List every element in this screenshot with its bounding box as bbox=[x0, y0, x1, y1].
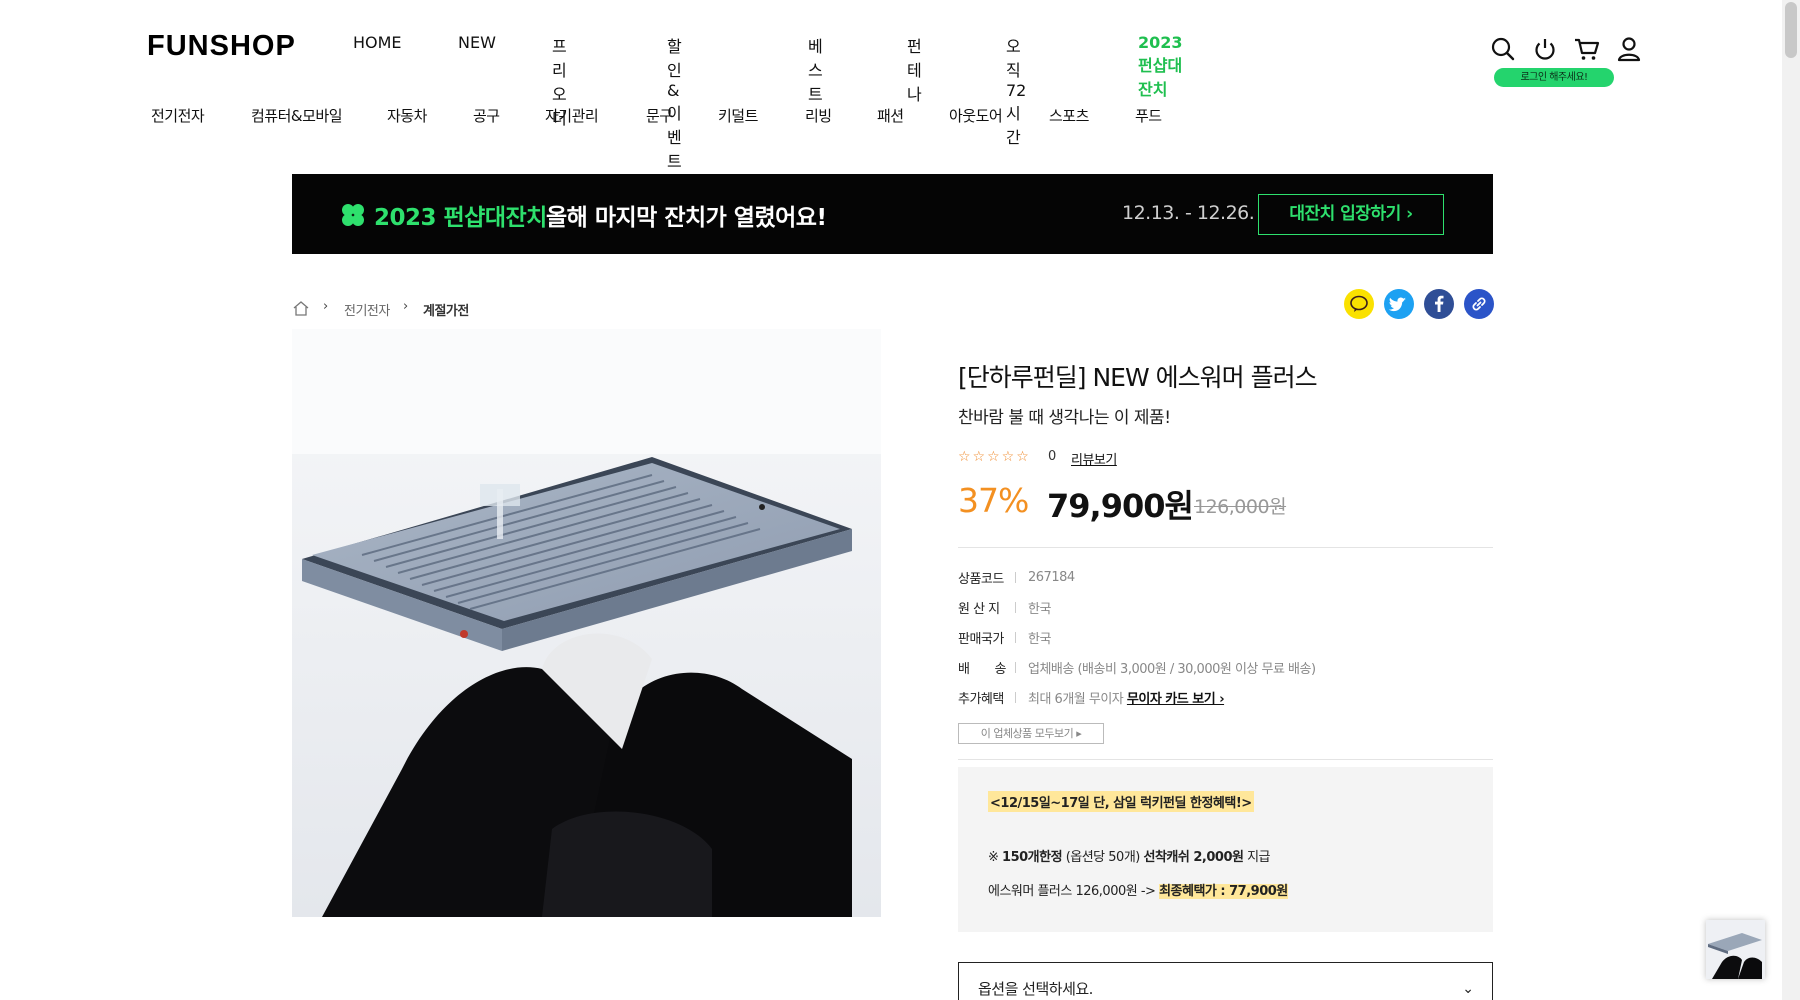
category-fashion[interactable]: 패션 bbox=[877, 105, 904, 126]
promo-limit: 150개한정 bbox=[1002, 850, 1063, 865]
scrollbar-thumb[interactable] bbox=[1785, 2, 1797, 58]
option-select-value: 옵션을 선택하세요. bbox=[978, 980, 1093, 998]
facebook-icon[interactable] bbox=[1424, 289, 1454, 319]
seller-products-button[interactable]: 이 업체상품 모두보기 ▸ bbox=[958, 723, 1104, 744]
clover-icon bbox=[342, 204, 364, 226]
nav-new[interactable]: NEW bbox=[458, 33, 496, 52]
funshop-logo[interactable]: FUNSHOP bbox=[147, 30, 296, 63]
category-food[interactable]: 푸드 bbox=[1135, 105, 1162, 126]
product-title: [단하루펀딜] NEW 에스워머 플러스 bbox=[958, 363, 1318, 392]
nav-72hours[interactable]: 오직72시간 bbox=[1006, 33, 1026, 148]
banner-enter-button[interactable]: 대잔치 입장하기 › bbox=[1258, 194, 1444, 235]
info-divider bbox=[1015, 662, 1016, 673]
info-value: 267184 bbox=[1028, 570, 1075, 585]
user-icon[interactable] bbox=[1614, 34, 1644, 64]
chevron-down-icon: ⌄ bbox=[1462, 981, 1474, 997]
info-key: 상품코드 bbox=[958, 572, 1004, 587]
category-living[interactable]: 리빙 bbox=[805, 105, 832, 126]
info-row-country: 판매국가 한국 bbox=[958, 628, 1051, 647]
promo-option-limit: (옵션당 50개) bbox=[1062, 850, 1144, 865]
category-tools[interactable]: 공구 bbox=[473, 105, 500, 126]
divider bbox=[958, 547, 1493, 548]
kakaotalk-icon[interactable] bbox=[1344, 289, 1374, 319]
category-car[interactable]: 자동차 bbox=[387, 105, 427, 126]
search-icon[interactable] bbox=[1488, 34, 1518, 64]
info-value: 업체배송 (배송비 3,000원 / 30,000원 이상 무료 배송) bbox=[1028, 662, 1316, 677]
info-key: 원 산 지 bbox=[958, 602, 1000, 617]
banner-dates: 12.13. - 12.26. bbox=[1122, 202, 1255, 224]
product-image[interactable] bbox=[292, 329, 881, 917]
breadcrumb-level1[interactable]: 전기전자 bbox=[344, 300, 390, 319]
info-divider bbox=[1015, 632, 1016, 643]
nav-2023-festival[interactable]: 2023펀샵대잔치 bbox=[1138, 33, 1183, 100]
info-key: 추가혜택 bbox=[958, 692, 1004, 707]
category-selfcare[interactable]: 자기관리 bbox=[545, 105, 599, 126]
promo-headline: <12/15일~17일 단, 삼일 럭키펀딜 한정혜택!> bbox=[988, 791, 1254, 812]
banner-subtitle: 올해 마지막 잔치가 열렸어요! bbox=[546, 205, 827, 231]
home-icon[interactable] bbox=[292, 299, 310, 317]
breadcrumb-chevron-icon: › bbox=[323, 299, 329, 314]
category-computer-mobile[interactable]: 컴퓨터&모바일 bbox=[251, 105, 343, 126]
info-row-benefit: 추가혜택 최대 6개월 무이자 무이자 카드 보기 › bbox=[958, 688, 1225, 707]
info-row-origin: 원 산 지 한국 bbox=[958, 598, 1051, 617]
product-subtitle: 찬바람 불 때 생각나는 이 제품! bbox=[958, 408, 1171, 428]
sale-price: 79,900원 bbox=[1047, 487, 1194, 525]
review-count: 0 bbox=[1048, 449, 1057, 464]
category-stationery[interactable]: 문구 bbox=[646, 105, 673, 126]
info-divider bbox=[1015, 572, 1016, 583]
benefit-text: 최대 6개월 무이자 bbox=[1028, 692, 1124, 707]
info-value: 최대 6개월 무이자 무이자 카드 보기 › bbox=[1028, 688, 1225, 707]
promo-line-price: 에스워머 플러스 126,000원 -> 최종혜택가 : 77,900원 bbox=[988, 880, 1288, 899]
rating-stars: ☆☆☆☆☆ bbox=[958, 449, 1031, 465]
link-icon[interactable] bbox=[1464, 289, 1494, 319]
promo-line-cash: ※ 150개한정 (옵션당 50개) 선착캐쉬 2,000원 지급 bbox=[988, 846, 1271, 865]
twitter-icon[interactable] bbox=[1384, 289, 1414, 319]
discount-rate: 37% bbox=[958, 481, 1029, 520]
promo-base-price: 에스워머 플러스 126,000원 -> bbox=[988, 884, 1160, 899]
banner-title: 2023 펀샵대잔치 bbox=[374, 205, 547, 231]
info-row-shipping: 배 송 업체배송 (배송비 3,000원 / 30,000원 이상 무료 배송) bbox=[958, 658, 1316, 677]
festival-banner[interactable]: 2023 펀샵대잔치 올해 마지막 잔치가 열렸어요! 12.13. - 12.… bbox=[292, 174, 1493, 254]
promo-final-price: 최종혜택가 : 77,900원 bbox=[1159, 884, 1288, 899]
category-electronics[interactable]: 전기전자 bbox=[151, 105, 205, 126]
recent-item-thumbnail[interactable] bbox=[1706, 920, 1765, 979]
info-divider bbox=[1015, 692, 1016, 703]
info-divider bbox=[1015, 602, 1016, 613]
info-value: 한국 bbox=[1028, 602, 1051, 617]
scrollbar[interactable] bbox=[1782, 0, 1800, 1000]
category-sports[interactable]: 스포츠 bbox=[1049, 105, 1089, 126]
category-kidult[interactable]: 키덜트 bbox=[718, 105, 758, 126]
nav-funtena[interactable]: 펀테나 bbox=[907, 33, 922, 105]
info-value: 한국 bbox=[1028, 632, 1051, 647]
info-key: 판매국가 bbox=[958, 632, 1004, 647]
nav-home[interactable]: HOME bbox=[353, 33, 402, 52]
promo-note: ※ bbox=[988, 850, 1003, 865]
original-price: 126,000원 bbox=[1194, 496, 1287, 518]
info-key: 배 송 bbox=[958, 662, 1006, 677]
divider bbox=[958, 759, 1493, 760]
nav-sale-event[interactable]: 할인&이벤트 bbox=[667, 33, 682, 172]
category-outdoor[interactable]: 아웃도어 bbox=[949, 105, 1003, 126]
breadcrumb-chevron-icon: › bbox=[403, 299, 409, 314]
power-icon[interactable] bbox=[1530, 34, 1560, 64]
promo-cash: 선착캐쉬 2,000원 bbox=[1143, 850, 1244, 865]
login-tooltip: 로그인 해주세요! bbox=[1494, 68, 1614, 87]
promo-box: <12/15일~17일 단, 삼일 럭키펀딜 한정혜택!> ※ 150개한정 (… bbox=[958, 767, 1493, 932]
info-row-code: 상품코드 267184 bbox=[958, 568, 1075, 587]
interest-free-card-link[interactable]: 무이자 카드 보기 › bbox=[1127, 692, 1225, 707]
promo-suffix: 지급 bbox=[1243, 850, 1271, 865]
breadcrumb-level2[interactable]: 계절가전 bbox=[423, 300, 469, 319]
review-link[interactable]: 리뷰보기 bbox=[1071, 449, 1117, 468]
option-select[interactable]: 옵션을 선택하세요. ⌄ bbox=[958, 962, 1493, 1000]
nav-best[interactable]: 베스트 bbox=[808, 33, 823, 105]
cart-icon[interactable] bbox=[1572, 34, 1602, 64]
